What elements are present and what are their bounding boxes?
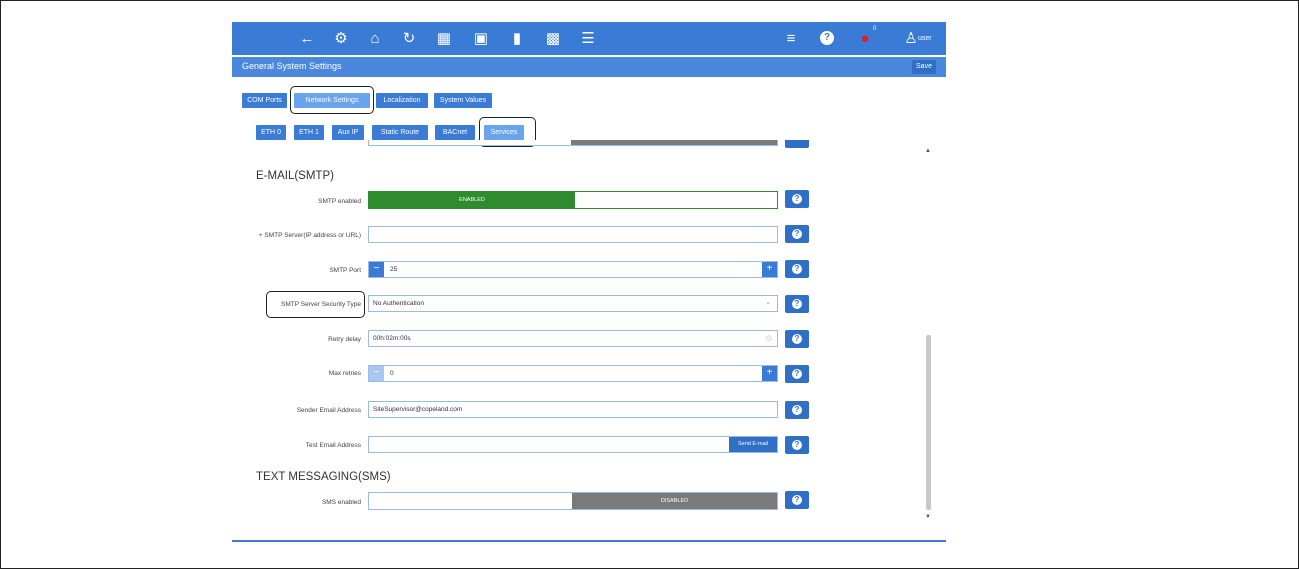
smtp-server-label: + SMTP Server(IP address or URL) (258, 232, 361, 239)
scroll-up-arrow-icon[interactable]: ▲ (925, 148, 931, 154)
subtab-aux-ip[interactable]: Aux IP (332, 125, 364, 140)
smtp-port-increment-button[interactable]: + (762, 262, 777, 277)
subtab-bacnet[interactable]: BACnet (435, 125, 475, 140)
vertical-scrollbar[interactable]: ▲ ▼ (924, 140, 934, 530)
list-icon[interactable]: ☰ (579, 30, 597, 47)
retry-delay-label: Retry delay (328, 336, 361, 343)
smtp-port-label: SMTP Port (329, 267, 361, 274)
security-type-help-button[interactable]: ? (785, 295, 809, 313)
save-button[interactable]: Save (912, 60, 936, 74)
clock-icon: ◷ (765, 335, 772, 342)
scrollbar-thumb[interactable] (926, 335, 931, 510)
sms-enabled-help-button[interactable]: ? (785, 491, 809, 509)
refresh-icon[interactable]: ↻ (400, 30, 418, 47)
smtp-enabled-label: SMTP enabled (318, 198, 361, 205)
smtp-enabled-state: ENABLED (369, 192, 575, 208)
smtp-enabled-help-button[interactable]: ? (785, 190, 809, 208)
sms-enabled-label: SMS enabled (321, 499, 361, 506)
security-type-value: No Authentication (373, 300, 424, 307)
app-window: ← ⚙ ⌂ ↻ ▦ ▣ ▮ ▩ ☰ ≡ ? ● 0 ♙ user General… (232, 22, 946, 542)
page-title: General System Settings (242, 61, 342, 71)
max-retries-value: 0 (390, 370, 394, 377)
chevron-down-icon: ⌄ (765, 299, 771, 306)
help-icon: ? (792, 229, 802, 239)
home-icon[interactable]: ⌂ (366, 30, 384, 47)
sms-section-heading: TEXT MESSAGING(SMS) (256, 471, 391, 483)
test-email-help-button[interactable]: ? (785, 436, 809, 454)
help-icon: ? (792, 194, 802, 204)
smtp-server-help-button[interactable]: ? (785, 225, 809, 243)
max-retries-help-button[interactable]: ? (785, 365, 809, 383)
max-retries-label: Max retries (328, 370, 361, 377)
test-email-label: Test Email Address (305, 442, 361, 449)
gear-icon[interactable]: ⚙ (332, 30, 350, 47)
map-icon[interactable]: ▮ (508, 30, 526, 47)
max-retries-stepper[interactable]: − 0 + (368, 365, 778, 382)
title-bar: General System Settings Save (232, 57, 946, 77)
alarm-count-badge: 0 (873, 26, 877, 32)
user-label[interactable]: user (918, 35, 932, 42)
security-type-select[interactable]: No Authentication ⌄ (368, 295, 778, 312)
sms-enabled-toggle[interactable]: DISABLED (368, 492, 778, 510)
sender-email-value: SiteSupervisor@copeland.com (373, 406, 463, 413)
smtp-port-decrement-button[interactable]: − (369, 262, 384, 277)
top-navigation-bar: ← ⚙ ⌂ ↻ ▦ ▣ ▮ ▩ ☰ ≡ ? ● 0 ♙ user (232, 22, 946, 55)
smtp-enabled-toggle[interactable]: ENABLED (368, 191, 778, 209)
smtp-port-value: 25 (390, 266, 398, 273)
tab-system-values[interactable]: System Values (434, 93, 492, 108)
previous-help-button[interactable] (785, 140, 809, 148)
subtab-static-route[interactable]: Static Route (372, 125, 428, 140)
help-icon: ? (792, 264, 802, 274)
help-icon: ? (792, 495, 802, 505)
email-section-heading: E-MAIL(SMTP) (256, 170, 334, 182)
smtp-port-help-button[interactable]: ? (785, 260, 809, 278)
help-icon: ? (792, 369, 802, 379)
tab-com-ports[interactable]: COM Ports (242, 93, 287, 108)
send-email-button[interactable]: Send E-mail (729, 437, 777, 452)
retry-delay-input[interactable]: 00h:02m:00s ◷ (368, 330, 778, 347)
calendar-icon[interactable]: ▣ (472, 30, 490, 47)
help-icon: ? (792, 405, 802, 415)
test-email-input[interactable]: Send E-mail (368, 436, 778, 453)
max-retries-increment-button[interactable]: + (762, 366, 777, 381)
scroll-down-arrow-icon[interactable]: ▼ (925, 514, 931, 520)
settings-content: E-MAIL(SMTP) SMTP enabled ENABLED ? + SM… (232, 140, 932, 540)
security-type-label: SMTP Server Security Type (281, 301, 361, 308)
smtp-port-stepper[interactable]: − 25 + (368, 261, 778, 278)
smtp-server-input[interactable] (368, 226, 778, 243)
sender-email-input[interactable]: SiteSupervisor@copeland.com (368, 401, 778, 418)
subtab-eth0[interactable]: ETH 0 (256, 125, 286, 140)
sender-email-label: Sender Email Address (296, 407, 361, 414)
help-icon: ? (792, 334, 802, 344)
back-arrow-icon[interactable]: ← (298, 30, 316, 47)
retry-delay-value: 00h:02m:00s (373, 335, 411, 342)
tab-localization[interactable]: Localization (376, 93, 428, 108)
retry-delay-help-button[interactable]: ? (785, 330, 809, 348)
help-icon: ? (792, 440, 802, 450)
add-list-icon[interactable]: ≡ (782, 30, 800, 47)
alarm-bell-icon[interactable]: ● (856, 30, 874, 47)
help-icon: ? (792, 299, 802, 309)
subtab-eth1[interactable]: ETH 1 (294, 125, 324, 140)
previous-field[interactable] (368, 140, 778, 146)
sender-email-help-button[interactable]: ? (785, 401, 809, 419)
box-icon[interactable]: ▦ (435, 30, 453, 47)
grid-icon[interactable]: ▩ (544, 30, 562, 47)
help-icon[interactable]: ? (820, 31, 834, 45)
highlight-network-settings (290, 86, 374, 114)
sms-enabled-state: DISABLED (572, 493, 777, 509)
max-retries-decrement-button[interactable]: − (369, 366, 384, 381)
